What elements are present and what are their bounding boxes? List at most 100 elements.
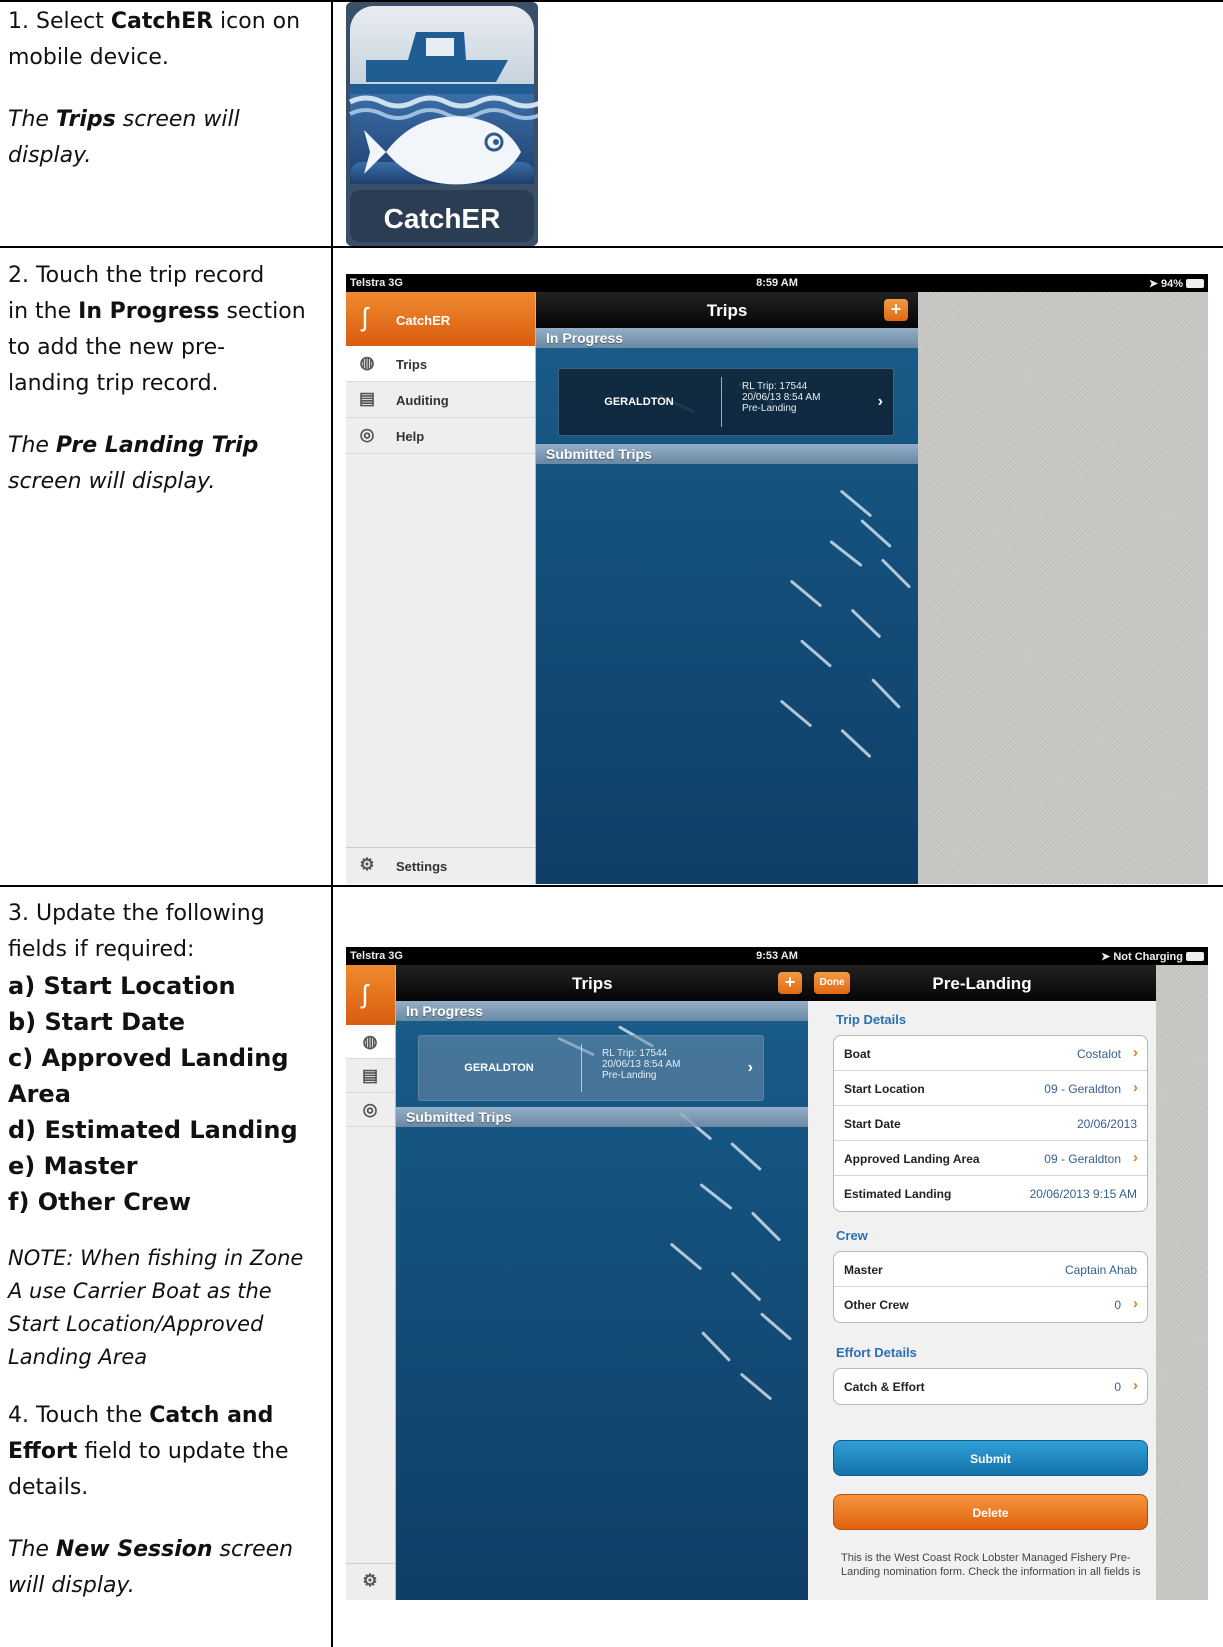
boat-fish-icon: CatchER [346,2,538,246]
pre-landing-navbar: Done Pre-Landing [808,965,1156,1001]
trip-card-divider [721,377,722,427]
sidebar-item-trips[interactable]: ◍ Trips [346,346,535,382]
trip-status: Pre-Landing [602,1070,657,1081]
in-progress-header: In Progress [396,1001,808,1021]
sidebar-item-trips[interactable]: ◍ [346,1025,395,1059]
trips-navbar: Trips + [396,965,808,1001]
add-trip-button[interactable]: + [778,972,802,994]
row-value: Captain Ahab [1064,1263,1137,1277]
fish-decoration [839,489,873,518]
add-trip-button[interactable]: + [884,299,908,321]
fish-decoration [750,1211,782,1242]
submitted-trips-header: Submitted Trips [536,444,918,464]
trip-datetime: 20/06/13 8:54 AM [742,392,821,403]
note-line: Start Location/Approved [8,1312,264,1336]
pre-landing-panel: Trip Details Boat Costalot › Start Locat… [808,1001,1156,1600]
master-row[interactable]: Master Captain Ahab [834,1252,1147,1287]
step-1-text: 1. Select CatchER icon on mobile device.… [8,9,301,168]
gears-icon: ⚙ [359,855,375,874]
sidebar-item-help[interactable]: ◎ Help [346,418,535,454]
fish-decoration [871,678,901,709]
row-value: Costalot [1076,1047,1121,1061]
row-key: Boat [844,1047,871,1061]
sidebar-item-settings[interactable]: ⚙ Settings [346,847,535,883]
table-top-border [0,0,1223,2]
trips-screenshot: Telstra 3G 8:59 AM ➤ 94% ʃ CatchER ◍ Tri… [346,274,1208,884]
row-key: Catch & Effort [844,1380,925,1394]
battery-icon [1186,952,1204,961]
start-date-row[interactable]: Start Date 20/06/2013 [834,1106,1147,1141]
crew-group: Master Captain Ahab Other Crew 0 › [833,1251,1148,1323]
sidebar-app-name: CatchER [396,313,451,328]
navbar-title: Trips [572,974,613,993]
submitted-trips-header: Submitted Trips [396,1107,808,1127]
fish-decoration [730,1271,762,1302]
fish-decoration [789,579,823,608]
row-divider-2 [0,885,1223,887]
location-icon: ➤ [1148,278,1158,290]
chevron-right-icon: › [1133,1079,1138,1096]
fish-decoration [730,1142,762,1171]
clock: 8:59 AM [756,277,798,289]
row-value: 0 [1114,1298,1121,1312]
fish-decoration [850,608,882,639]
catcher-app-icon[interactable]: CatchER [346,2,538,246]
hook-icon: ʃ [362,302,368,332]
sidebar-item-auditing[interactable]: ▤ Auditing [346,382,535,418]
fish-decoration [829,540,863,567]
fish-decoration [759,1312,793,1341]
start-location-row[interactable]: Start Location 09 - Geraldton › [834,1071,1147,1106]
sidebar-header: ʃ [346,965,395,1025]
battery-status: Not Charging [1113,951,1183,963]
sidebar-item-auditing[interactable]: ▤ [346,1059,395,1093]
field-start-date: b) Start Date [8,1008,185,1036]
field-approved-landing-cont: Area [8,1080,71,1108]
other-crew-row[interactable]: Other Crew 0 › [834,1287,1147,1322]
fish-decoration [840,728,872,759]
boat-row[interactable]: Boat Costalot › [834,1036,1147,1071]
estimated-landing-row[interactable]: Estimated Landing 20/06/2013 9:15 AM [834,1176,1147,1211]
delete-button[interactable]: Delete [833,1494,1148,1530]
sidebar-header: ʃ CatchER [346,292,535,346]
form-footnote: This is the West Coast Rock Lobster Mana… [841,1552,1141,1578]
note-line: NOTE: When fishing in Zone [8,1246,304,1270]
row-key: Approved Landing Area [844,1152,980,1166]
row-value: 20/06/2013 [1076,1117,1137,1131]
trip-record-card[interactable]: GERALDTON RL Trip: 17544 20/06/13 8:54 A… [418,1035,764,1101]
fish-decoration [880,558,912,589]
row-key: Other Crew [844,1298,909,1312]
step-3-4-text: 3. Update the following fields if requir… [8,896,324,1604]
chevron-right-icon: › [1133,1149,1138,1166]
sidebar-item-label: Settings [396,859,448,874]
row-value: 20/06/2013 9:15 AM [1029,1187,1137,1201]
row-key: Master [844,1263,883,1277]
row-divider-1 [0,246,1223,248]
lifebuoy-icon: ◎ [359,425,375,444]
trip-card-divider [581,1044,582,1092]
sidebar-item-help[interactable]: ◎ [346,1093,395,1127]
catch-effort-row[interactable]: Catch & Effort 0 › [834,1369,1147,1404]
fish-decoration [799,639,833,668]
status-bar: Telstra 3G 8:59 AM ➤ 94% [346,274,1208,292]
fish-decoration [860,519,892,548]
approved-landing-area-row[interactable]: Approved Landing Area 09 - Geraldton › [834,1141,1147,1176]
trip-meta: RL Trip: 17544 20/06/13 8:54 AM Pre-Land… [742,381,820,414]
note-line: A use Carrier Boat as the [8,1279,272,1303]
trip-record-card[interactable]: GERALDTON RL Trip: 17544 20/06/13 8:54 A… [558,368,894,436]
crew-title: Crew [836,1228,868,1243]
sidebar-item-settings[interactable]: ⚙ [346,1563,395,1599]
field-estimated-landing: d) Estimated Landing [8,1116,298,1144]
field-start-location: a) Start Location [8,972,236,1000]
note-line: Landing Area [8,1345,148,1369]
hook-icon: ʃ [362,979,368,1009]
column-divider [331,0,333,1647]
location-icon: ➤ [1101,951,1111,963]
document-icon: ▤ [358,389,376,408]
submit-button[interactable]: Submit [833,1440,1148,1476]
trip-status: Pre-Landing [742,403,797,414]
chevron-right-icon: › [1133,1377,1138,1394]
globe-icon: ◍ [362,1032,378,1051]
chevron-right-icon: › [747,1059,753,1076]
sidebar-item-label: Auditing [396,393,449,408]
background-linen [1156,965,1208,1600]
